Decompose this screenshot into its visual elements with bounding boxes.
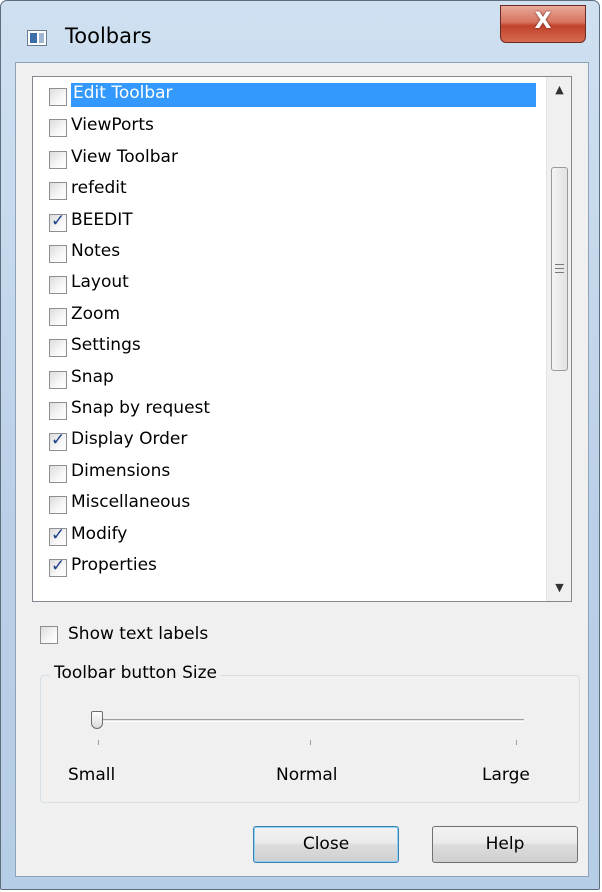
toolbar-item-label: Properties xyxy=(71,555,157,575)
toolbar-list-item[interactable]: refedit xyxy=(33,175,545,205)
toolbar-item-label: BEEDIT xyxy=(71,209,133,230)
toolbar-list-item[interactable]: Snap by request xyxy=(33,395,545,425)
toolbar-list-item[interactable]: Snap xyxy=(33,364,545,394)
toolbar-item-label: Dimensions xyxy=(71,460,171,481)
toolbar-checkbox[interactable] xyxy=(49,339,67,358)
toolbar-item-label: Settings xyxy=(71,335,141,356)
window-title: Toolbars xyxy=(65,24,152,48)
toolbar-item-label: Display Order xyxy=(71,429,188,450)
toolbar-checkbox[interactable] xyxy=(49,119,67,138)
toolbar-checkbox[interactable] xyxy=(49,245,67,263)
toolbar-item-label: Layout xyxy=(71,272,129,293)
toolbars-dialog: Toolbars X Edit Toolbar ViewPorts View Too… xyxy=(0,0,600,890)
toolbar-item-label: View Toolbar xyxy=(71,146,178,167)
toolbar-checkbox[interactable] xyxy=(49,307,67,326)
checkmark-icon: ✓ xyxy=(51,524,66,545)
toolbar-list-item[interactable]: Edit Toolbar xyxy=(33,81,545,111)
scroll-grip-icon xyxy=(555,264,564,265)
show-text-labels-label: Show text labels xyxy=(68,624,209,644)
close-icon: X xyxy=(534,9,552,34)
slider-label-normal: Normal xyxy=(276,765,338,785)
list-scrollbar[interactable]: ▲ ▼ xyxy=(546,77,571,601)
toolbar-list-item[interactable]: Zoom xyxy=(33,301,545,331)
toolbar-item-label: ViewPorts xyxy=(71,115,154,136)
toolbar-list-item[interactable]: ✓ Display Order xyxy=(33,426,545,456)
toolbar-checkbox[interactable]: ✓ xyxy=(49,430,67,452)
toolbar-item-label: Miscellaneous xyxy=(71,492,191,513)
toolbar-checkbox[interactable]: ✓ xyxy=(49,556,67,577)
slider-tick xyxy=(98,740,99,745)
toolbar-item-label: Edit Toolbar xyxy=(71,83,536,107)
toolbar-list-item[interactable]: Layout xyxy=(33,269,545,299)
toolbar-checkbox[interactable]: ✓ xyxy=(49,210,67,232)
show-text-labels-box[interactable] xyxy=(40,626,58,644)
toolbar-list-item[interactable]: Notes xyxy=(33,238,545,268)
toolbar-list[interactable]: Edit Toolbar ViewPorts View Toolbar refedit… xyxy=(32,76,572,602)
button-size-group-title: Toolbar button Size xyxy=(50,663,221,683)
size-slider-track[interactable] xyxy=(98,719,524,722)
toolbar-checkbox[interactable] xyxy=(49,496,67,515)
toolbar-item-label: Modify xyxy=(71,523,128,544)
scroll-thumb[interactable] xyxy=(551,167,568,371)
checkmark-icon: ✓ xyxy=(51,210,66,231)
help-button[interactable]: Help xyxy=(432,826,578,863)
slider-tick xyxy=(310,740,311,745)
toolbar-list-item[interactable]: Settings xyxy=(33,332,545,362)
show-text-labels-checkbox[interactable]: Show text labels xyxy=(40,624,300,650)
window-icon xyxy=(27,30,47,46)
close-button[interactable]: Close xyxy=(253,826,399,863)
toolbar-checkbox[interactable] xyxy=(49,276,67,295)
slider-label-small: Small xyxy=(68,765,116,785)
toolbar-checkbox[interactable] xyxy=(49,464,67,483)
toolbar-checkbox[interactable] xyxy=(49,88,67,106)
toolbar-list-item[interactable]: Dimensions xyxy=(33,458,545,488)
scroll-down-icon[interactable]: ▼ xyxy=(547,575,571,601)
toolbar-item-label: Zoom xyxy=(71,303,121,324)
close-window-button[interactable]: X xyxy=(500,5,586,43)
toolbar-item-label: Snap xyxy=(71,366,114,387)
dialog-body: Edit Toolbar ViewPorts View Toolbar refedit… xyxy=(15,62,589,877)
toolbar-list-item[interactable]: View Toolbar xyxy=(33,144,545,174)
toolbar-list-item[interactable]: ✓ Modify xyxy=(33,521,545,551)
toolbar-item-label: refedit xyxy=(71,178,127,199)
slider-label-large: Large xyxy=(482,765,530,785)
toolbar-checkbox[interactable] xyxy=(49,402,67,420)
slider-tick xyxy=(516,740,517,745)
toolbar-list-item[interactable]: ✓ BEEDIT xyxy=(33,207,545,237)
scroll-up-icon[interactable]: ▲ xyxy=(547,77,571,103)
toolbar-item-label: Notes xyxy=(71,241,121,261)
toolbar-list-item[interactable]: ✓ Properties xyxy=(33,552,545,582)
toolbar-item-label: Snap by request xyxy=(71,398,211,418)
toolbar-checkbox[interactable] xyxy=(49,182,67,201)
toolbar-list-item[interactable]: ViewPorts xyxy=(33,112,545,142)
toolbar-checkbox[interactable] xyxy=(49,150,67,169)
size-slider-thumb[interactable] xyxy=(91,711,103,729)
checkmark-icon: ✓ xyxy=(51,430,66,451)
toolbar-list-item[interactable]: Miscellaneous xyxy=(33,489,545,519)
checkmark-icon: ✓ xyxy=(51,556,66,576)
toolbar-checkbox[interactable]: ✓ xyxy=(49,524,67,546)
toolbar-checkbox[interactable] xyxy=(49,370,67,389)
